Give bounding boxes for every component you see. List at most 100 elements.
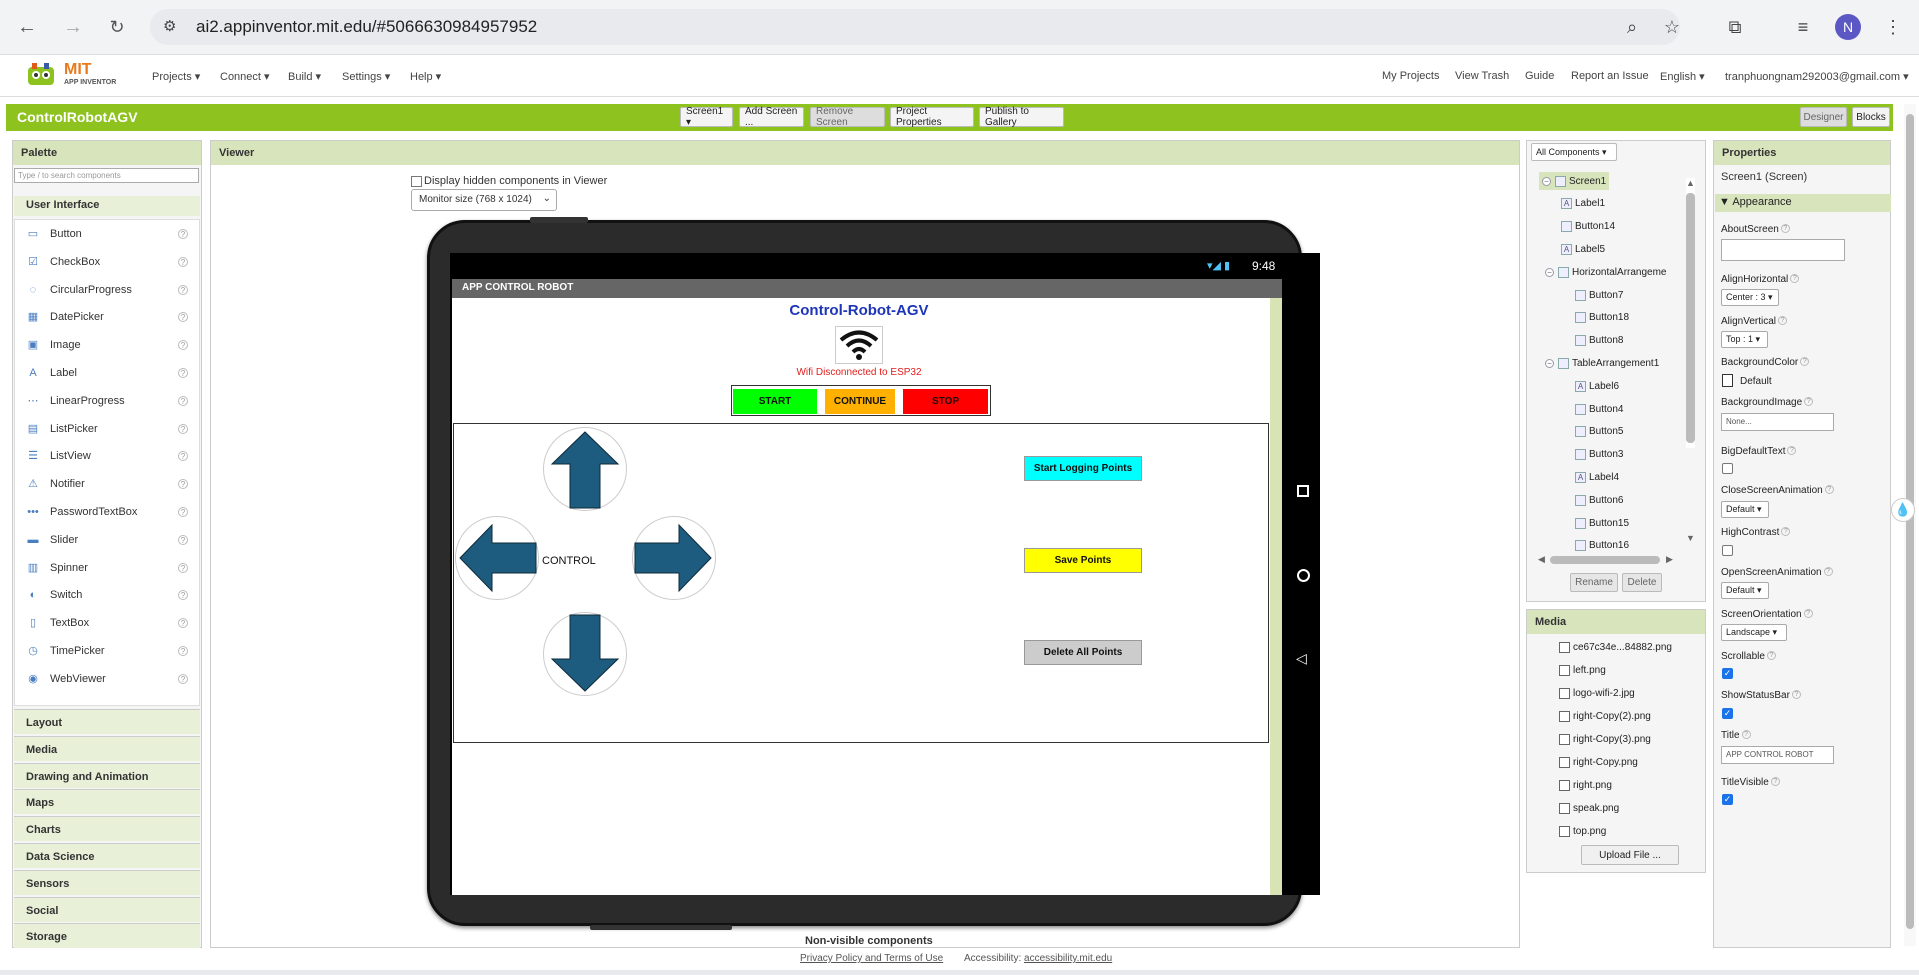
extensions-icon[interactable]: ⧉ [1720,12,1750,42]
menu-help[interactable]: Help ▾ [410,70,441,83]
tree-node-screen1[interactable]: − Screen1 [1539,172,1610,190]
palette-category-charts[interactable]: Charts [14,816,200,842]
palette-item-checkbox[interactable]: ☑ CheckBox? [14,249,200,275]
tree-node-button18[interactable]: Button18 [1575,309,1629,327]
accessibility-link[interactable]: accessibility.mit.edu [1024,953,1112,964]
media-file[interactable]: top.png [1559,826,1606,837]
reload-icon[interactable]: ↻ [101,11,133,43]
page-scroll-thumb[interactable] [1906,114,1914,929]
collapse-icon[interactable]: − [1542,176,1551,186]
help-icon[interactable]: ? [178,312,188,323]
align-horizontal-select[interactable]: Center : 3 ▾ [1721,289,1779,306]
site-info-icon[interactable]: ⚙ [163,17,176,35]
palette-item-spinner[interactable]: ▥ Spinner? [14,555,200,581]
tree-scrollbar[interactable]: ▲ [1686,178,1695,448]
big-default-text-checkbox[interactable] [1722,463,1733,474]
palette-item-listpicker[interactable]: ▤ ListPicker? [14,416,200,442]
left-arrow-button[interactable] [455,516,539,600]
down-arrow-button[interactable] [543,612,627,696]
media-file[interactable]: right-Copy(3).png [1559,734,1651,745]
palette-category-drawing-and-animation[interactable]: Drawing and Animation [14,762,200,788]
palette-item-timepicker[interactable]: ◷ TimePicker? [14,638,200,664]
tree-hscrollbar[interactable]: ◀ ▶ [1538,554,1688,565]
collapse-icon[interactable]: − [1545,267,1554,277]
background-color-value[interactable]: Default [1740,376,1772,387]
screen-select[interactable]: Screen1 ▾ [680,106,733,128]
color-swatch[interactable] [1722,374,1733,387]
menu-settings[interactable]: Settings ▾ [342,70,390,83]
tree-node-tablearrangement1[interactable]: − TableArrangement1 [1545,354,1659,372]
hscroll-thumb[interactable] [1550,556,1660,564]
collapse-icon[interactable]: − [1545,358,1554,368]
close-animation-select[interactable]: Default ▾ [1721,501,1769,518]
continue-button[interactable]: CONTINUE [825,389,895,414]
help-icon[interactable]: ? [178,451,188,462]
tree-node-button8[interactable]: Button8 [1575,332,1623,350]
palette-section-user-interface[interactable]: User Interface [14,196,200,216]
palette-item-textbox[interactable]: ▯ TextBox? [14,610,200,636]
palette-item-listview[interactable]: ☰ ListView? [14,443,200,469]
palette-category-sensors[interactable]: Sensors [14,869,200,895]
tree-node-button6[interactable]: Button6 [1575,491,1623,509]
tree-node-label5[interactable]: A Label5 [1561,240,1605,258]
help-icon[interactable]: ? [178,646,188,656]
delete-points-button[interactable]: Delete All Points [1024,640,1142,665]
media-file[interactable]: logo-wifi-2.jpg [1559,688,1635,699]
help-icon[interactable]: ? [178,590,188,601]
zoom-icon[interactable]: ⌕ [1617,12,1647,42]
help-icon[interactable]: ? [178,479,188,490]
palette-category-layout[interactable]: Layout [14,709,200,734]
palette-search-input[interactable]: Type / to search components [14,168,199,183]
tree-node-button15[interactable]: Button15 [1575,514,1629,532]
palette-item-switch[interactable]: ◐ Switch? [14,582,200,608]
palette-item-image[interactable]: ▣ Image? [14,332,200,358]
water-drop-icon[interactable]: 💧 [1891,498,1915,522]
all-components-select[interactable]: All Components ▾ [1531,143,1617,161]
rename-button[interactable]: Rename [1570,573,1618,592]
show-status-bar-checkbox[interactable]: ✓ [1722,708,1733,719]
tree-node-label4[interactable]: A Label4 [1575,468,1619,486]
link-my-projects[interactable]: My Projects [1382,70,1439,82]
help-icon[interactable]: ? [178,340,188,351]
palette-item-button[interactable]: ▭ Button? [14,221,200,247]
title-input[interactable]: APP CONTROL ROBOT [1721,746,1834,764]
avatar[interactable]: N [1835,14,1861,40]
menu-projects[interactable]: Projects ▾ [152,70,200,83]
back-icon[interactable]: ← [11,11,43,43]
help-icon[interactable]: ? [178,284,188,295]
up-arrow-button[interactable] [543,427,627,511]
media-file[interactable]: right-Copy(2).png [1559,711,1651,722]
palette-item-passwordtextbox[interactable]: ••• PasswordTextBox? [14,499,200,525]
media-icon[interactable]: ≡ [1788,12,1818,42]
menu-build[interactable]: Build ▾ [288,70,321,83]
palette-item-datepicker[interactable]: ▦ DatePicker? [14,304,200,330]
start-button[interactable]: START [733,389,817,414]
about-screen-input[interactable] [1721,239,1845,261]
palette-category-social[interactable]: Social [14,896,200,922]
palette-item-circularprogress[interactable]: ◌ CircularProgress? [14,277,200,303]
orientation-select[interactable]: Landscape ▾ [1721,624,1787,641]
bookmark-star-icon[interactable]: ☆ [1657,12,1687,42]
help-icon[interactable]: ? [178,534,188,545]
scroll-down-icon[interactable]: ▼ [1686,533,1695,543]
title-visible-checkbox[interactable]: ✓ [1722,794,1733,805]
help-icon[interactable]: ? [178,368,188,378]
start-logging-button[interactable]: Start Logging Points [1024,456,1142,481]
scroll-thumb[interactable] [1686,193,1695,443]
media-file[interactable]: right.png [1559,780,1612,791]
menu-account[interactable]: tranphuongnam292003@gmail.com ▾ [1725,70,1909,83]
help-icon[interactable]: ? [178,423,188,434]
blocks-button[interactable]: Blocks [1852,107,1890,127]
help-icon[interactable]: ? [178,507,188,517]
palette-category-storage[interactable]: Storage [14,923,200,949]
link-report-issue[interactable]: Report an Issue [1571,70,1649,82]
tree-node-button5[interactable]: Button5 [1575,423,1623,441]
open-animation-select[interactable]: Default ▾ [1721,582,1769,599]
tree-node-button3[interactable]: Button3 [1575,446,1623,464]
stop-button[interactable]: STOP [903,389,988,414]
privacy-link[interactable]: Privacy Policy and Terms of Use [800,953,943,964]
add-screen-button[interactable]: Add Screen ... [739,106,804,128]
upload-file-button[interactable]: Upload File ... [1581,845,1679,865]
palette-item-notifier[interactable]: ⚠ Notifier? [14,471,200,497]
right-arrow-button[interactable] [632,516,716,600]
